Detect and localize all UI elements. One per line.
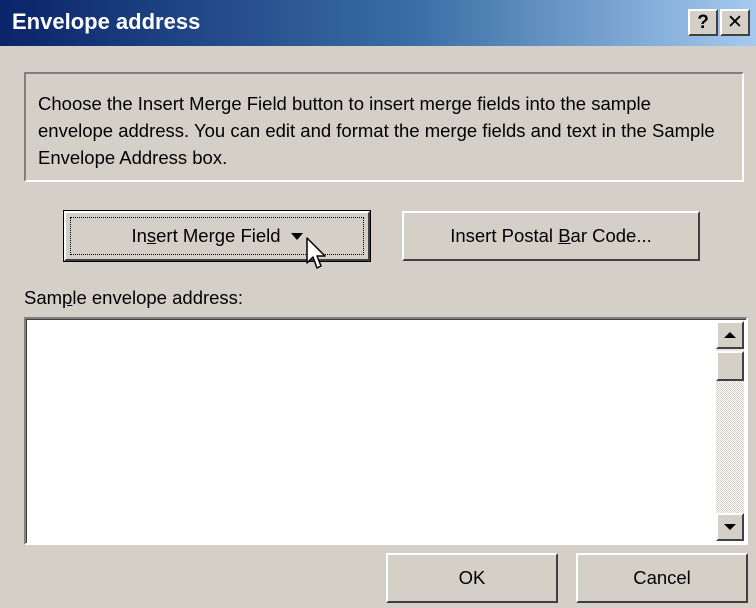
dropdown-arrow-icon: [290, 232, 303, 240]
sample-envelope-address-label: Sample envelope address:: [24, 287, 244, 308]
cancel-button-label: Cancel: [633, 567, 691, 588]
sample-envelope-address-field[interactable]: [24, 317, 748, 545]
scroll-up-button[interactable]: [716, 321, 744, 349]
instructions-box: Choose the Insert Merge Field button to …: [24, 72, 744, 182]
close-icon: ✕: [727, 12, 743, 33]
help-icon: ?: [697, 11, 709, 33]
instructions-text: Choose the Insert Merge Field button to …: [38, 93, 715, 168]
window-title: Envelope address: [12, 9, 201, 34]
mouse-cursor-icon: [306, 237, 326, 269]
scroll-up-arrow-icon: [724, 332, 736, 338]
insert-merge-field-label: Insert Merge Field: [131, 225, 281, 246]
help-button[interactable]: ?: [688, 9, 718, 36]
title-bar: Envelope address ? ✕: [0, 0, 756, 46]
scroll-down-arrow-icon: [724, 524, 736, 530]
vertical-scrollbar[interactable]: [716, 321, 744, 541]
insert-postal-bar-code-label: Insert Postal Bar Code...: [450, 225, 652, 246]
ok-button[interactable]: OK: [386, 553, 558, 603]
scroll-thumb[interactable]: [716, 351, 744, 381]
close-button[interactable]: ✕: [720, 9, 750, 36]
cancel-button[interactable]: Cancel: [576, 553, 748, 603]
scroll-down-button[interactable]: [716, 513, 744, 541]
ok-button-label: OK: [458, 567, 486, 588]
insert-postal-bar-code-button[interactable]: Insert Postal Bar Code...: [402, 211, 700, 261]
